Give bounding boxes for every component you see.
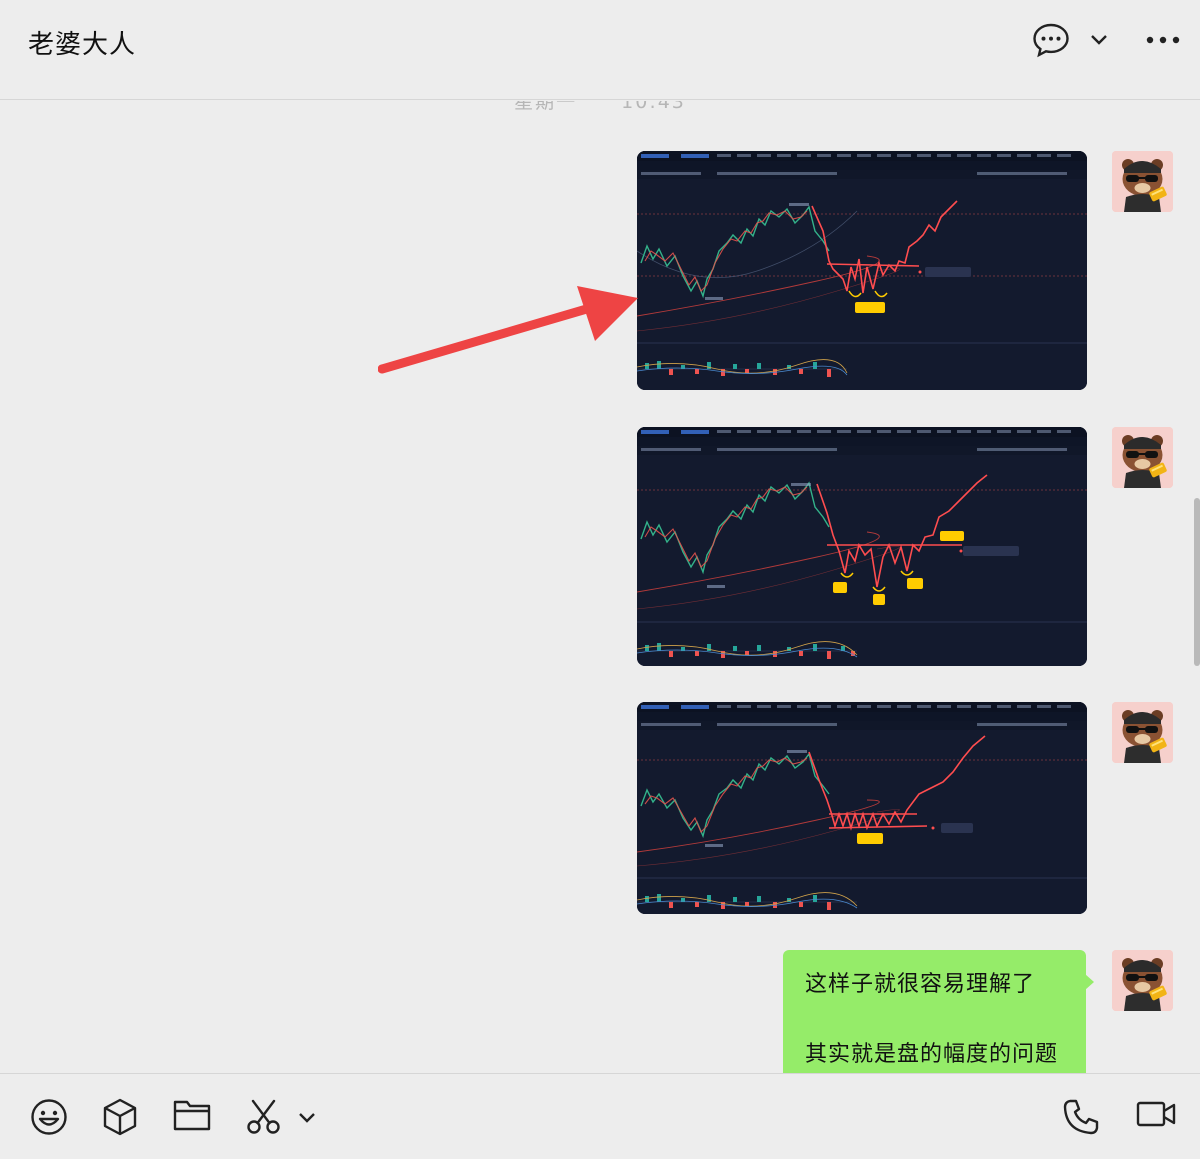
- timestamp-day: 星期一: [514, 101, 578, 113]
- chart-image-graphic: [637, 427, 1087, 666]
- bear-avatar-icon: [1112, 950, 1173, 1011]
- chat-window: 老婆大人 星期一 10:43 这样子就很容易理解了 其实就是盘的幅度的问题: [0, 0, 1200, 1159]
- message-list[interactable]: 星期一 10:43 这样子就很容易理解了 其实就是盘的幅度的问题: [0, 101, 1200, 1073]
- text-message-bubble[interactable]: 这样子就很容易理解了 其实就是盘的幅度的问题: [783, 950, 1094, 1073]
- message-timestamp: 星期一 10:43: [0, 101, 1200, 114]
- avatar[interactable]: [1112, 151, 1173, 212]
- message-line: 这样子就很容易理解了: [805, 972, 1036, 997]
- chevron-down-icon[interactable]: [298, 1112, 316, 1124]
- scrollbar[interactable]: [1194, 498, 1200, 666]
- chevron-down-icon[interactable]: [1090, 34, 1108, 46]
- bear-avatar-icon: [1112, 702, 1173, 763]
- scissors-icon[interactable]: [245, 1098, 283, 1136]
- message-line: 其实就是盘的幅度的问题: [805, 1042, 1059, 1067]
- bubble-tail: [1085, 974, 1094, 990]
- avatar[interactable]: [1112, 702, 1173, 763]
- chart-screenshot-image[interactable]: [637, 702, 1087, 914]
- folder-icon[interactable]: [173, 1098, 211, 1132]
- avatar[interactable]: [1112, 950, 1173, 1011]
- chat-header: 老婆大人: [0, 0, 1200, 100]
- avatar[interactable]: [1112, 427, 1173, 488]
- input-toolbar: [0, 1073, 1200, 1159]
- video-icon[interactable]: [1136, 1098, 1176, 1130]
- header-actions: [1032, 22, 1180, 58]
- chart-screenshot-image[interactable]: [637, 427, 1087, 666]
- chat-title: 老婆大人: [28, 30, 137, 60]
- emoji-icon[interactable]: [30, 1098, 68, 1136]
- bear-avatar-icon: [1112, 151, 1173, 212]
- chart-image-graphic: [637, 702, 1087, 914]
- chat-bubble-icon[interactable]: [1032, 22, 1070, 58]
- chart-screenshot-image[interactable]: [637, 151, 1087, 390]
- timestamp-time: 10:43: [621, 101, 686, 113]
- chart-image-graphic: [637, 151, 1087, 390]
- bear-avatar-icon: [1112, 427, 1173, 488]
- phone-icon[interactable]: [1062, 1098, 1100, 1136]
- red-arrow-annotation-icon: [378, 286, 638, 374]
- more-icon[interactable]: [1146, 36, 1180, 44]
- cube-icon[interactable]: [102, 1098, 138, 1136]
